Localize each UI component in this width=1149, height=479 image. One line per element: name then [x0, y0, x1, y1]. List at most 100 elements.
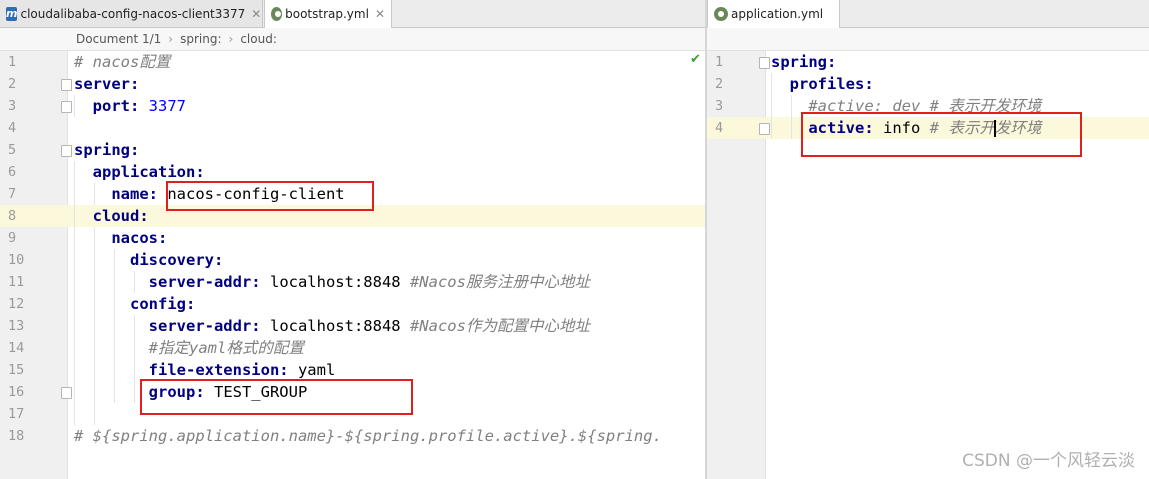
yaml-value: [74, 361, 149, 379]
yaml-key: discovery:: [130, 251, 224, 269]
breadcrumb-item[interactable]: cloud:: [240, 32, 277, 46]
line-number: 6: [8, 164, 17, 180]
line-number: 18: [8, 428, 25, 444]
indent-guide: [94, 227, 95, 425]
code-line[interactable]: 4: [0, 117, 705, 139]
code-line[interactable]: 13 server-addr: localhost:8848 #Nacos作为配…: [0, 315, 705, 337]
tab-label: application.yml: [731, 7, 824, 21]
code-line[interactable]: 11 server-addr: localhost:8848 #Nacos服务注…: [0, 271, 705, 293]
code-line[interactable]: 3 port: 3377: [0, 95, 705, 117]
code-line[interactable]: 5 spring:: [0, 139, 705, 161]
yaml-comment: #Nacos服务注册中心地址: [409, 273, 590, 291]
line-number: 14: [8, 340, 25, 356]
line-number: 7: [8, 186, 17, 202]
indent-guide: [791, 95, 792, 139]
close-icon[interactable]: ✕: [251, 7, 261, 21]
code-line[interactable]: 2 server:: [0, 73, 705, 95]
right-editor-pane: application.yml ✕ 1spring:2 profiles:3 #…: [707, 0, 1149, 479]
code-text: config:: [74, 293, 195, 315]
yaml-value: [771, 75, 790, 93]
yaml-key: file-extension:: [148, 361, 298, 379]
yml-file-icon: [714, 7, 728, 21]
code-line[interactable]: 15 file-extension: yaml: [0, 359, 705, 381]
yaml-key: port:: [92, 97, 149, 115]
code-text: # nacos配置: [74, 51, 170, 73]
yml-file-icon: [271, 7, 283, 21]
code-line[interactable]: 12 config:: [0, 293, 705, 315]
right-tab-bar: application.yml ✕: [707, 0, 1149, 28]
watermark: CSDN @一个风轻云淡: [962, 451, 1135, 471]
code-line[interactable]: 10 discovery:: [0, 249, 705, 271]
tab-module-file[interactable]: m cloudalibaba-config-nacos-client3377 ✕: [0, 0, 263, 27]
line-number: 13: [8, 318, 25, 334]
code-text: discovery:: [74, 249, 223, 271]
yaml-comment: 配置: [139, 53, 171, 71]
yaml-key: server-addr:: [148, 273, 270, 291]
breadcrumb-item[interactable]: Document 1/1: [76, 32, 161, 46]
code-text: application:: [74, 161, 205, 183]
yaml-value: [74, 251, 130, 269]
yaml-value: [74, 273, 149, 291]
yaml-value: [74, 295, 130, 313]
line-number: 9: [8, 230, 17, 246]
yaml-number: 3377: [148, 97, 186, 115]
code-line[interactable]: 6 application:: [0, 161, 705, 183]
fold-marker-icon[interactable]: [61, 387, 72, 399]
yaml-comment: nacos: [92, 53, 140, 71]
tab-application-yml[interactable]: application.yml ✕: [707, 0, 840, 28]
yaml-key: nacos:: [111, 229, 168, 247]
indent-guide: [114, 249, 115, 403]
code-line[interactable]: 1 # nacos配置: [0, 51, 705, 73]
inspection-ok-icon[interactable]: ✔: [690, 52, 701, 67]
code-line[interactable]: 2 profiles:: [707, 73, 1149, 95]
tab-label: bootstrap.yml: [285, 7, 369, 21]
tab-bootstrap-yml[interactable]: bootstrap.yml ✕: [264, 0, 392, 28]
code-text: # ${spring.application.name}-${spring.pr…: [74, 425, 662, 447]
code-line[interactable]: 18 # ${spring.application.name}-${spring.…: [0, 425, 705, 447]
indent-guide: [74, 161, 75, 425]
fold-marker-icon[interactable]: [61, 145, 72, 157]
yaml-comment: # ${spring.application.name}-${spring.pr…: [74, 427, 662, 445]
line-number: 1: [8, 54, 17, 70]
line-number: 12: [8, 296, 25, 312]
left-editor-pane: m cloudalibaba-config-nacos-client3377 ✕…: [0, 0, 705, 479]
yaml-value: [74, 339, 149, 357]
line-number: 2: [715, 76, 724, 92]
yaml-key: cloud:: [92, 207, 149, 225]
code-text: spring:: [771, 51, 836, 73]
yaml-key: server:: [74, 75, 140, 93]
yaml-value: localhost:8848: [269, 317, 410, 335]
fold-marker-icon[interactable]: [759, 123, 770, 135]
indent-guide: [134, 271, 135, 293]
line-number: 5: [8, 142, 17, 158]
line-number: 3: [715, 98, 724, 114]
code-text: port: 3377: [74, 95, 186, 117]
line-number: 2: [8, 76, 17, 92]
fold-marker-icon[interactable]: [759, 57, 770, 69]
line-number: 4: [8, 120, 17, 136]
code-text: cloud:: [74, 205, 149, 227]
module-m-icon: m: [6, 6, 18, 21]
indent-guide: [74, 95, 75, 117]
code-text: server:: [74, 73, 139, 95]
code-text: #指定yaml格式的配置: [74, 337, 304, 359]
fold-marker-icon[interactable]: [61, 79, 72, 91]
breadcrumb-item[interactable]: spring:: [180, 32, 221, 46]
close-icon[interactable]: ✕: [375, 7, 385, 21]
yaml-value: [74, 207, 93, 225]
yaml-comment: #Nacos作为配置中心地址: [409, 317, 590, 335]
yaml-comment: #指定yaml格式的配置: [148, 339, 304, 357]
yaml-key: spring:: [771, 53, 837, 71]
indent-guide: [134, 315, 135, 403]
code-text: nacos:: [74, 227, 167, 249]
code-line[interactable]: 14 #指定yaml格式的配置: [0, 337, 705, 359]
breadcrumb: Document 1/1 › spring: › cloud:: [0, 28, 705, 51]
fold-marker-icon[interactable]: [61, 101, 72, 113]
line-number: 10: [8, 252, 25, 268]
code-text: server-addr: localhost:8848 #Nacos服务注册中心…: [74, 271, 590, 293]
code-line[interactable]: 1 spring:: [707, 51, 1149, 73]
code-line[interactable]: 9 nacos:: [0, 227, 705, 249]
highlight-box-app-name: [166, 181, 374, 211]
line-number: 1: [715, 54, 724, 70]
yaml-key: application:: [92, 163, 205, 181]
